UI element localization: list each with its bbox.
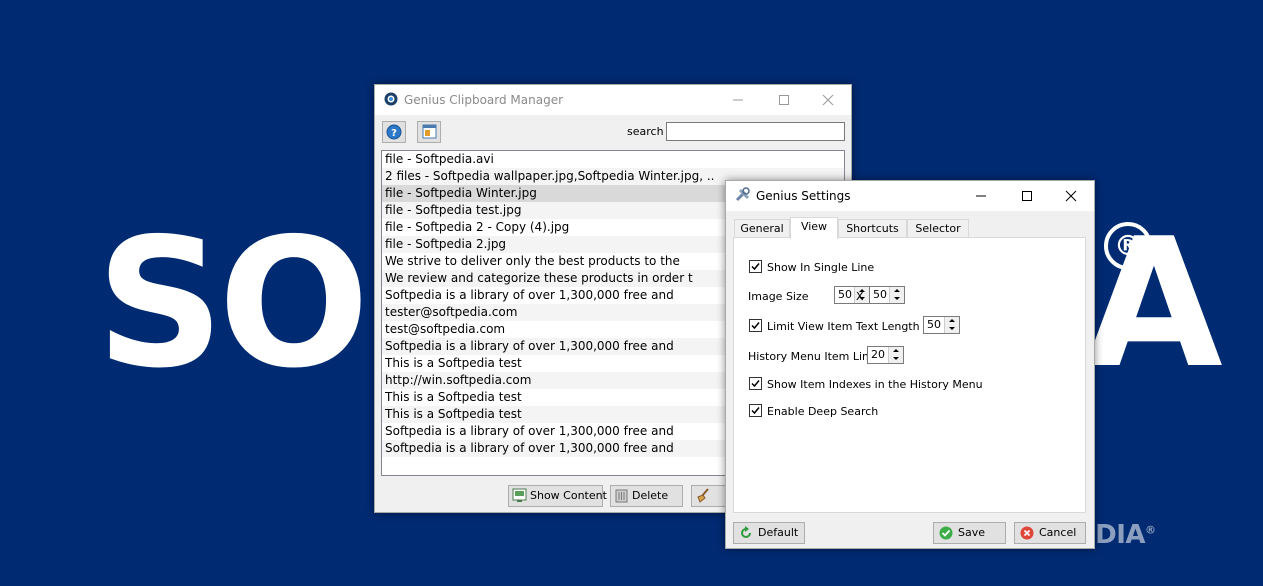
settings-window-title: Genius Settings [756, 189, 851, 203]
arrow-down-icon [893, 357, 899, 360]
history-limit-value: 20 [871, 348, 885, 361]
spinner-arrows [888, 347, 903, 363]
cancel-label: Cancel [1039, 526, 1077, 539]
cancel-button[interactable]: Cancel [1014, 522, 1086, 544]
arrow-up-icon [893, 349, 899, 352]
deep-search-checkbox[interactable] [749, 404, 762, 417]
maximize-icon [1022, 191, 1032, 201]
reset-icon [741, 526, 751, 538]
save-label: Save [958, 526, 986, 539]
broom-icon [697, 488, 709, 503]
limit-text-length-label: Limit View Item Text Length to [767, 320, 935, 333]
search-label: search [627, 125, 664, 138]
help-button[interactable]: ? [382, 121, 406, 143]
check-icon [751, 380, 760, 388]
show-content-icon [512, 488, 527, 502]
background-logo-left: SO [96, 200, 370, 407]
delete-label: Delete [632, 489, 669, 502]
search-input[interactable] [666, 122, 845, 141]
delete-icon [615, 489, 628, 503]
spinner-arrows [944, 317, 959, 333]
view-tab-panel: Show In Single Line Image Size 50 X 50 L… [733, 237, 1086, 513]
default-button[interactable]: Default [733, 522, 805, 544]
tab-general[interactable]: General [734, 219, 790, 238]
settings-button[interactable] [417, 121, 441, 143]
image-size-label: Image Size [748, 290, 809, 303]
default-label: Default [758, 526, 799, 539]
text-length-value: 50 [927, 318, 941, 331]
settings-maximize-button[interactable] [1004, 181, 1050, 211]
show-content-label: Show Content [530, 489, 607, 502]
image-width-spinner[interactable]: 50 [834, 286, 870, 304]
watermark-mark: ® [1145, 523, 1156, 537]
arrow-up-icon [894, 289, 900, 292]
text-length-spinner[interactable]: 50 [923, 316, 960, 334]
tab-view[interactable]: View [790, 217, 838, 239]
spin-down-button[interactable] [890, 295, 904, 303]
maximize-icon [779, 95, 789, 105]
help-icon: ? [386, 124, 402, 140]
minimize-icon [733, 99, 743, 101]
registered-mark: ® [1104, 222, 1152, 270]
main-window-title: Genius Clipboard Manager [404, 93, 564, 107]
close-icon [1065, 190, 1077, 202]
settings-titlebar[interactable]: Genius Settings [726, 181, 1094, 211]
arrow-up-icon [949, 319, 955, 322]
image-width-value: 50 [838, 288, 852, 301]
app-icon [384, 92, 398, 106]
cancel-icon [1020, 526, 1034, 540]
maximize-button[interactable] [761, 85, 807, 115]
history-limit-label: History Menu Item Limit [748, 350, 881, 363]
settings-window: Genius Settings General View Shortcuts S… [725, 180, 1095, 549]
check-icon [751, 407, 760, 415]
save-button[interactable]: Save [933, 522, 1006, 544]
spin-down-button[interactable] [889, 355, 903, 363]
list-item[interactable]: file - Softpedia.avi [382, 151, 844, 168]
delete-button[interactable]: Delete [610, 485, 683, 507]
main-titlebar[interactable]: Genius Clipboard Manager [375, 85, 851, 115]
deep-search-option[interactable]: Enable Deep Search [749, 404, 878, 418]
settings-minimize-button[interactable] [958, 181, 1004, 211]
check-icon [751, 263, 760, 271]
show-indexes-option[interactable]: Show Item Indexes in the History Menu [749, 377, 983, 391]
tab-shortcuts[interactable]: Shortcuts [838, 219, 907, 238]
spinner-arrows [889, 287, 904, 303]
image-size-separator: X [856, 290, 864, 303]
minimize-icon [976, 195, 986, 197]
settings-close-button[interactable] [1048, 181, 1094, 211]
show-single-line-label: Show In Single Line [767, 261, 875, 274]
show-content-button[interactable]: Show Content [508, 485, 607, 507]
close-button[interactable] [805, 85, 851, 115]
image-height-value: 50 [873, 288, 887, 301]
check-icon [751, 322, 760, 330]
tab-selector[interactable]: Selector [907, 219, 969, 238]
limit-text-length-checkbox[interactable] [749, 319, 762, 332]
show-single-line-option[interactable]: Show In Single Line [749, 260, 874, 274]
minimize-button[interactable] [715, 85, 761, 115]
show-indexes-label: Show Item Indexes in the History Menu [767, 378, 983, 391]
image-height-spinner[interactable]: 50 [869, 286, 905, 304]
arrow-down-icon [949, 327, 955, 330]
svg-text:?: ? [391, 128, 397, 139]
show-single-line-checkbox[interactable] [749, 260, 762, 273]
tools-icon [735, 187, 750, 202]
limit-text-length-option[interactable]: Limit View Item Text Length to [749, 319, 934, 333]
spin-down-button[interactable] [945, 325, 959, 333]
check-circle-icon [939, 526, 953, 540]
show-indexes-checkbox[interactable] [749, 377, 762, 390]
settings-window-icon [422, 124, 437, 139]
history-limit-spinner[interactable]: 20 [867, 346, 904, 364]
deep-search-label: Enable Deep Search [767, 405, 879, 418]
arrow-down-icon [894, 297, 900, 300]
close-icon [822, 94, 834, 106]
